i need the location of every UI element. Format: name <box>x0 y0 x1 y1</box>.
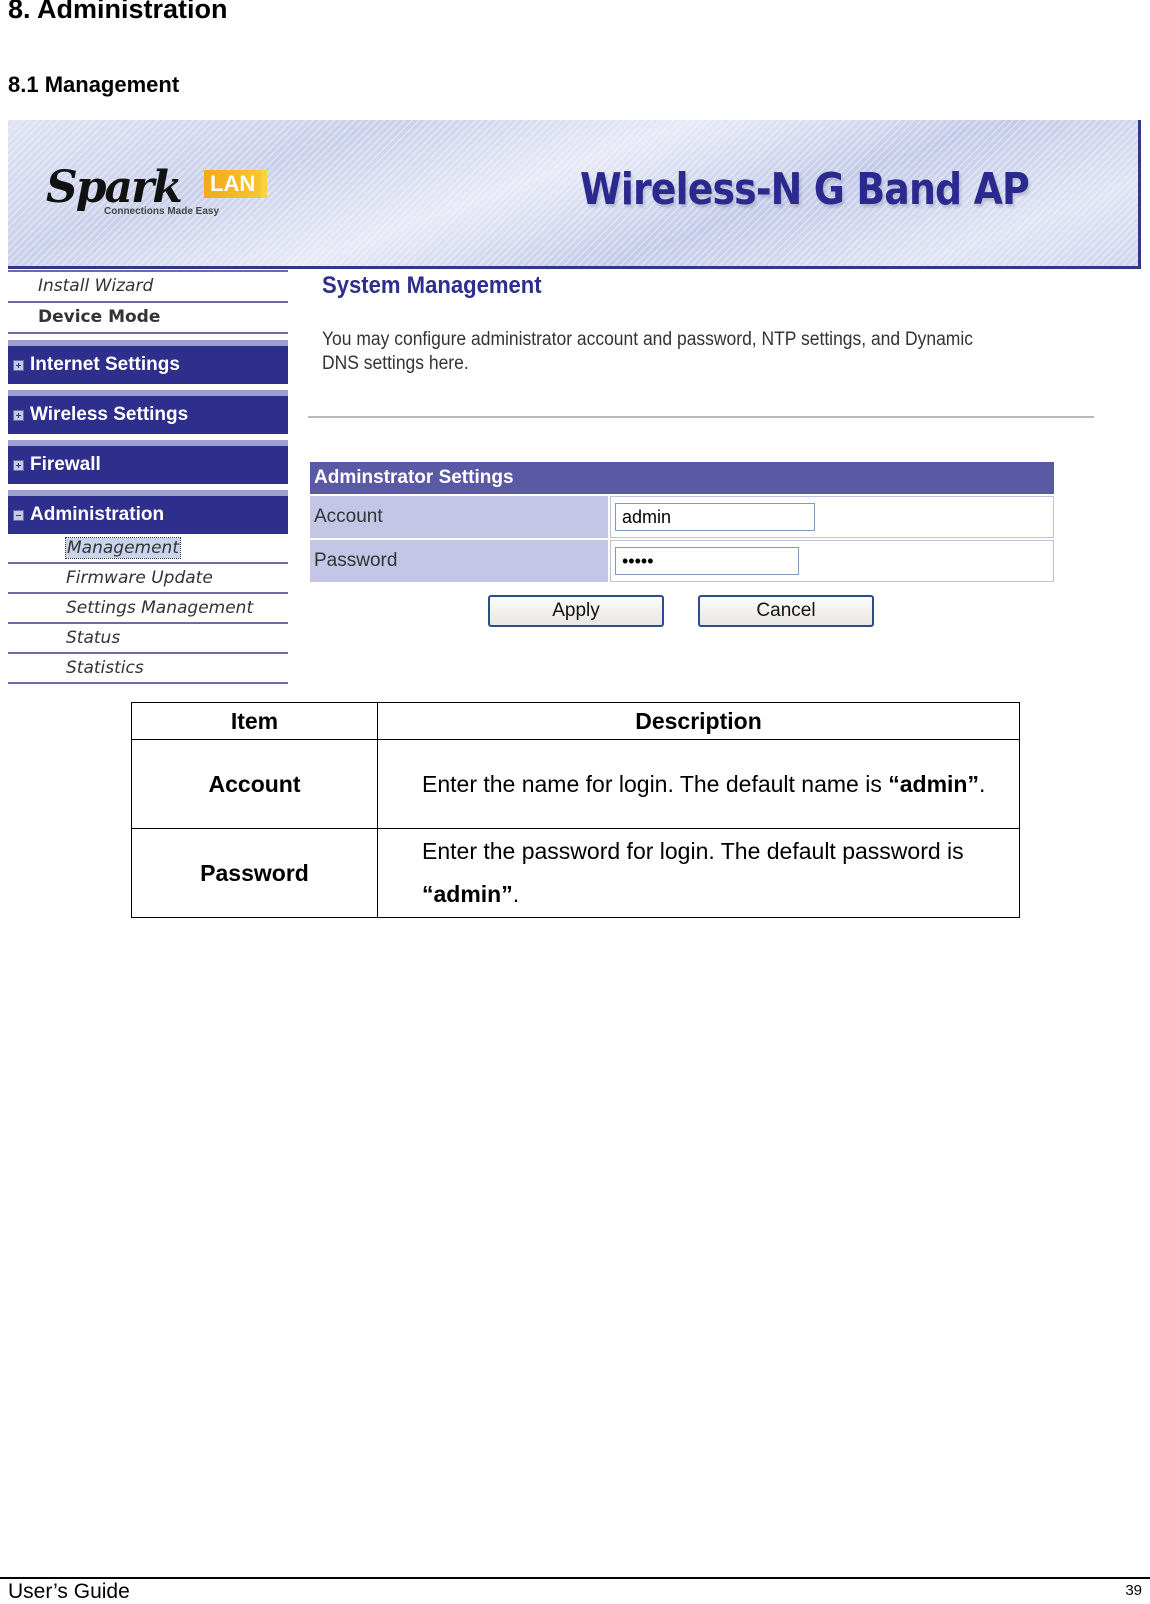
sidebar-item-statistics[interactable]: Statistics <box>8 654 288 684</box>
cancel-button[interactable]: Cancel <box>698 595 874 627</box>
account-input[interactable] <box>615 503 815 531</box>
sidebar-group-label: Administration <box>30 504 165 525</box>
table-cell-description: Enter the password for login. The defaul… <box>377 828 1020 918</box>
sidebar-item-firmware-update[interactable]: Firmware Update <box>8 564 288 594</box>
description-text: Enter the name for login. The default na… <box>422 770 889 797</box>
sidebar-item-status[interactable]: Status <box>8 624 288 654</box>
footer-title: User’s Guide <box>8 1580 130 1603</box>
sidebar-nav: Install Wizard Device Mode Internet Sett… <box>8 270 288 684</box>
table-row: Password Enter the password for login. T… <box>131 828 1020 918</box>
footer-rule <box>0 1577 1150 1579</box>
password-label: Password <box>310 540 608 582</box>
table-row: Account Enter the name for login. The de… <box>131 739 1020 829</box>
description-suffix: . <box>512 881 520 907</box>
item-description-table: Item Description Account Enter the name … <box>131 702 1020 918</box>
main-description: You may configure administrator account … <box>322 329 973 374</box>
sidebar-item-label: Management <box>65 537 181 559</box>
sidebar-item-management[interactable]: Management <box>8 534 288 564</box>
table-cell-item: Password <box>131 828 378 918</box>
sparklan-logo: Spark LAN Connections Made Easy <box>46 162 286 226</box>
sidebar-item-install-wizard[interactable]: Install Wizard <box>8 270 288 303</box>
ui-screenshot: Spark LAN Connections Made Easy Wireless… <box>8 120 1142 684</box>
description-text: Enter the password for login. The defaul… <box>422 838 964 864</box>
description-suffix: . <box>978 770 986 797</box>
column-header-item: Item <box>131 702 378 740</box>
page-heading: 8. Administration <box>8 0 228 24</box>
section-heading: 8.1 Management <box>8 72 180 97</box>
sidebar-group-label: Firewall <box>30 454 101 475</box>
sidebar-group-label: Wireless Settings <box>30 404 189 425</box>
sidebar-group-administration[interactable]: Administration <box>8 490 288 534</box>
logo-tagline: Connections Made Easy <box>104 206 220 217</box>
product-title: Wireless-N G Band AP <box>580 164 1030 215</box>
admin-settings-header: Adminstrator Settings <box>310 462 1054 494</box>
logo-lan: LAN <box>204 170 268 198</box>
sidebar-group-label: Internet Settings <box>30 354 180 375</box>
account-row: Account <box>310 496 1054 538</box>
table-cell-item: Account <box>131 739 378 829</box>
header-banner: Spark LAN Connections Made Easy Wireless… <box>8 120 1141 269</box>
column-header-description: Description <box>377 702 1020 740</box>
apply-button[interactable]: Apply <box>488 595 664 627</box>
page-number: 39 <box>1125 1582 1142 1599</box>
plus-icon <box>13 409 24 421</box>
description-default-value: “admin” <box>422 881 513 907</box>
sidebar-item-device-mode[interactable]: Device Mode <box>8 303 288 334</box>
main-title: System Management <box>322 272 542 299</box>
table-cell-description: Enter the name for login. The default na… <box>377 739 1020 829</box>
sidebar-group-wireless-settings[interactable]: Wireless Settings <box>8 390 288 434</box>
description-default-value: “admin” <box>888 770 979 797</box>
divider <box>308 416 1094 418</box>
sidebar-item-settings-management[interactable]: Settings Management <box>8 594 288 624</box>
plus-icon <box>13 359 24 371</box>
password-input[interactable] <box>615 547 799 575</box>
account-label: Account <box>310 496 608 538</box>
password-row: Password <box>310 540 1054 582</box>
admin-settings-table: Adminstrator Settings Account Password <box>308 460 1056 584</box>
sidebar-group-firewall[interactable]: Firewall <box>8 440 288 484</box>
plus-icon <box>13 459 24 471</box>
sidebar-group-internet-settings[interactable]: Internet Settings <box>8 340 288 384</box>
minus-icon <box>13 509 24 521</box>
